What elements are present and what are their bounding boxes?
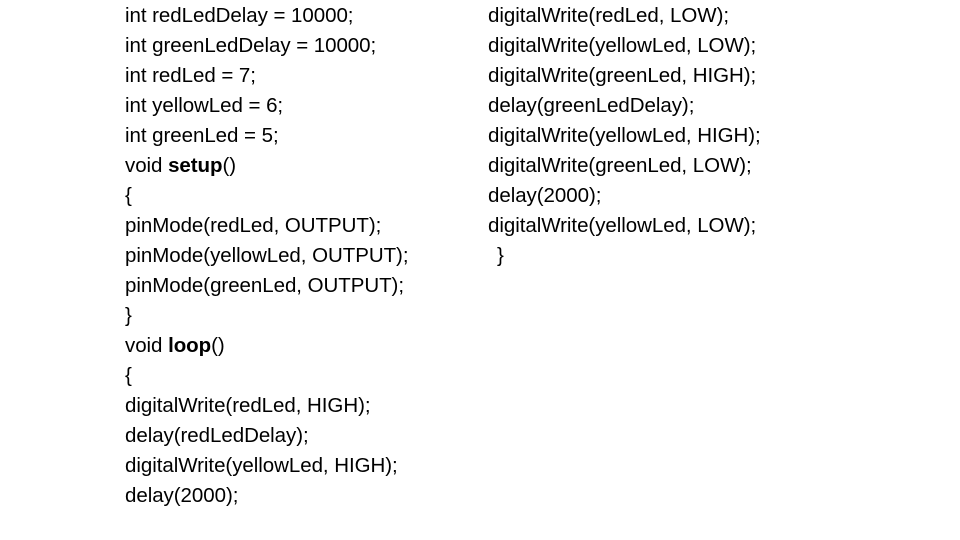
code-line: digitalWrite(yellowLed, LOW);: [488, 214, 757, 237]
code-line: int yellowLed = 6;: [125, 94, 284, 117]
code-line: delay(2000);: [488, 184, 602, 207]
code-line: {: [125, 364, 132, 387]
code-line: digitalWrite(yellowLed, LOW);: [488, 34, 757, 57]
code-line: pinMode(yellowLed, OUTPUT);: [125, 244, 409, 267]
code-line: delay(redLedDelay);: [125, 424, 309, 447]
code-line: delay(2000);: [125, 484, 239, 507]
code-line: }: [497, 244, 504, 267]
code-slide: int redLedDelay = 10000; int greenLedDela…: [0, 0, 960, 540]
code-line: delay(greenLedDelay);: [488, 94, 695, 117]
code-column-left: int redLedDelay = 10000; int greenLedDela…: [125, 1, 465, 511]
code-line: int greenLedDelay = 10000;: [125, 34, 377, 57]
code-line: digitalWrite(redLed, LOW);: [488, 4, 729, 27]
code-keyword: loop: [168, 334, 212, 357]
code-line: int redLed = 7;: [125, 64, 256, 87]
code-line: {: [125, 184, 132, 207]
code-keyword: setup: [168, 154, 223, 177]
code-line: digitalWrite(redLed, HIGH);: [125, 394, 371, 417]
code-line: pinMode(redLed, OUTPUT);: [125, 214, 382, 237]
code-line: int redLedDelay = 10000;: [125, 4, 354, 27]
code-line: void loop(): [125, 334, 225, 357]
code-column-right: digitalWrite(redLed, LOW); digitalWrite(y…: [488, 1, 888, 271]
code-line: digitalWrite(yellowLed, HIGH);: [488, 124, 761, 147]
code-line: digitalWrite(greenLed, LOW);: [488, 154, 752, 177]
code-line: }: [125, 304, 132, 327]
code-line: digitalWrite(greenLed, HIGH);: [488, 64, 757, 87]
code-line: int greenLed = 5;: [125, 124, 279, 147]
code-line: pinMode(greenLed, OUTPUT);: [125, 274, 404, 297]
code-line: digitalWrite(yellowLed, HIGH);: [125, 454, 398, 477]
code-line: void setup(): [125, 154, 237, 177]
